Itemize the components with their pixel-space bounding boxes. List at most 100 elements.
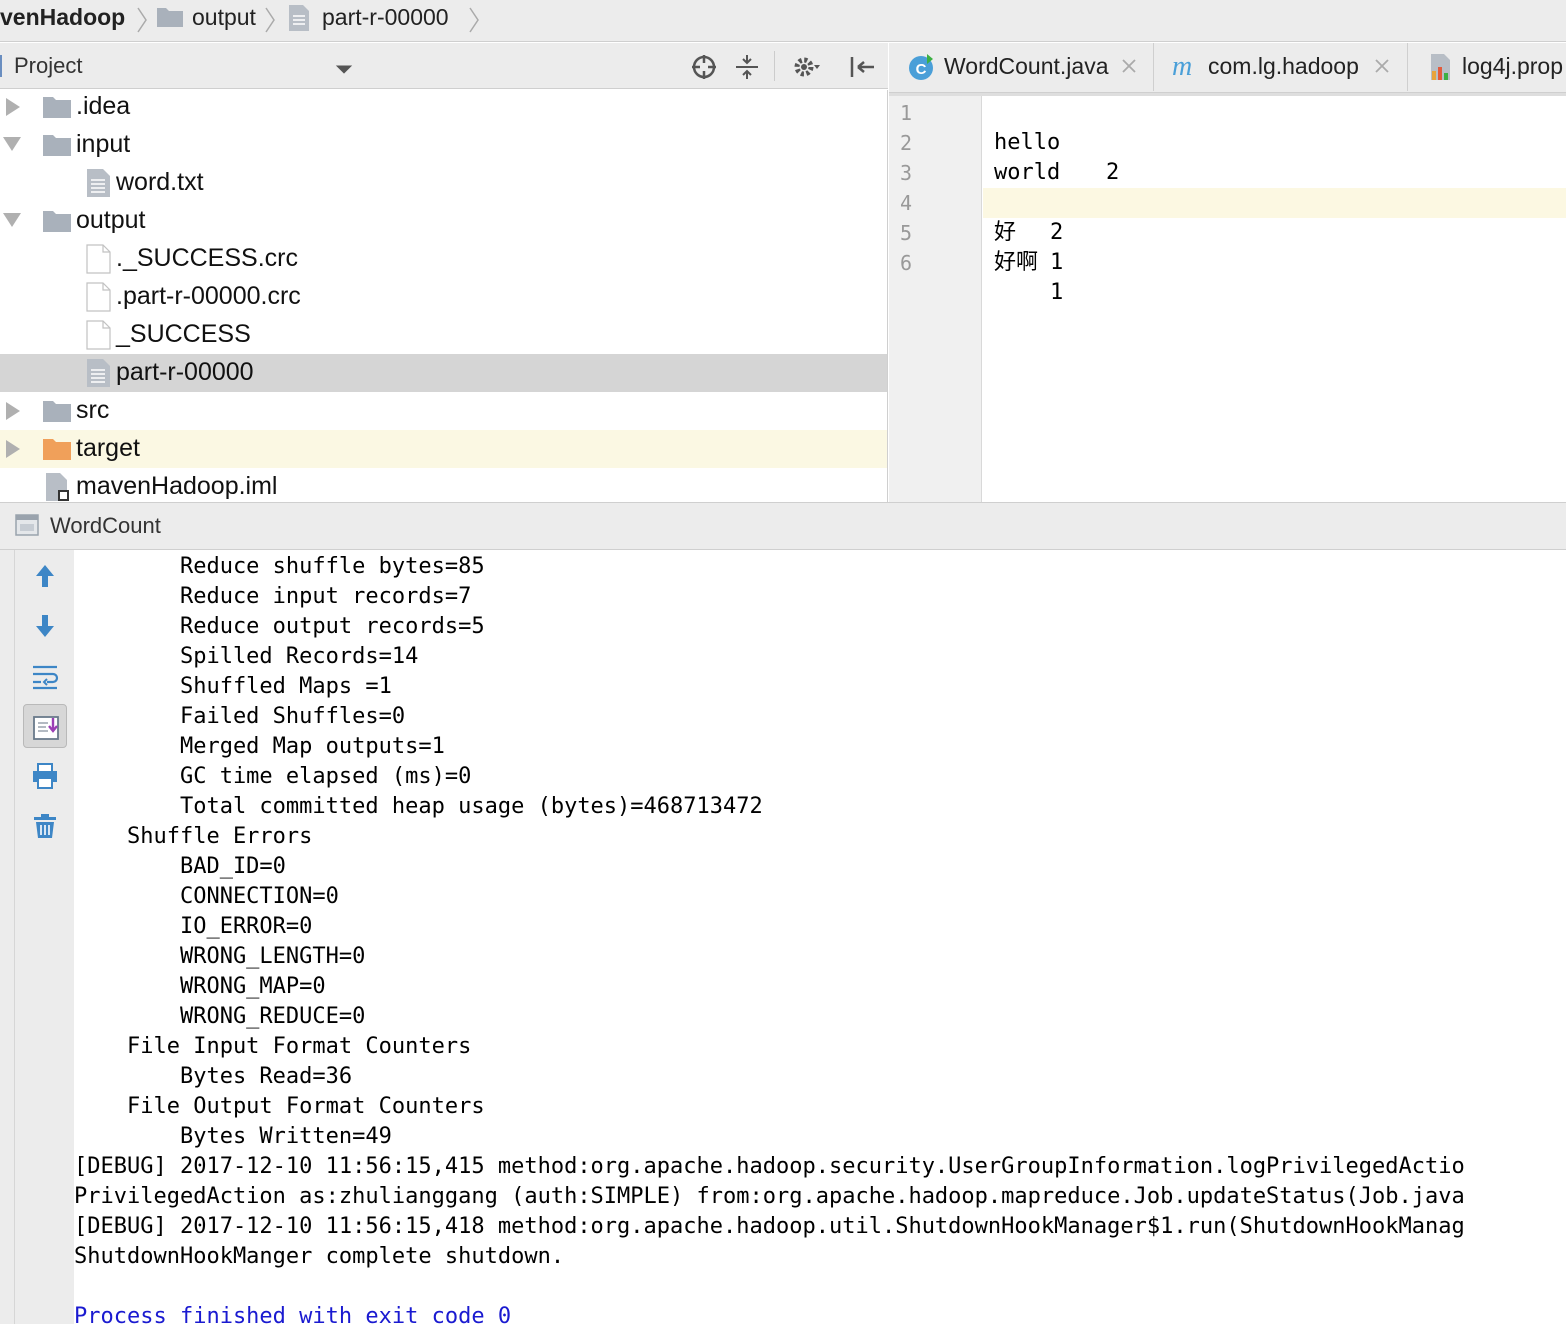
line-number: 3 (900, 161, 913, 185)
run-config-icon (14, 512, 42, 540)
folder-icon (42, 396, 72, 426)
run-panel-header: WordCount (0, 502, 1566, 550)
tree-item-label: ._SUCCESS.crc (116, 244, 298, 272)
tree-item-success[interactable]: _SUCCESS (0, 316, 887, 354)
tree-item-label: .idea (76, 92, 131, 120)
text-file-icon (84, 168, 114, 198)
console-line: BAD_ID=0 (74, 854, 286, 879)
module-file-icon (42, 472, 72, 502)
scroll-up-button[interactable] (23, 554, 67, 598)
expand-arrow-icon[interactable] (4, 401, 22, 421)
console-line: [DEBUG] 2017-12-10 11:56:15,415 method:o… (74, 1154, 1465, 1179)
view-dropdown-icon[interactable] (330, 55, 354, 79)
close-icon[interactable] (1121, 58, 1137, 74)
expand-arrow-icon[interactable] (4, 97, 22, 117)
clear-all-button[interactable] (23, 804, 67, 848)
console-line: WRONG_MAP=0 (74, 974, 326, 999)
console-line: Spilled Records=14 (74, 644, 419, 669)
hide-panel-icon[interactable] (848, 53, 876, 81)
console-line: Reduce input records=7 (74, 584, 472, 609)
line-number: 2 (900, 131, 913, 155)
project-panel-title[interactable]: Project (14, 43, 82, 89)
tree-item-word-txt[interactable]: word.txt (0, 164, 887, 202)
project-tree: .idea input word.txt output ._SUCCESS.cr… (0, 90, 888, 502)
line-number: 5 (900, 221, 913, 245)
console-line: Reduce shuffle bytes=85 (74, 554, 485, 579)
console-line: File Output Format Counters (74, 1094, 485, 1119)
tree-item-label: .part-r-00000.crc (116, 282, 301, 310)
scroll-to-end-icon (33, 716, 59, 740)
tree-item-src[interactable]: src (0, 392, 887, 430)
svg-text:m: m (1172, 53, 1192, 81)
breadcrumb-file[interactable]: part-r-00000 (322, 0, 449, 41)
tree-item-label: word.txt (116, 168, 204, 196)
tree-item-label: target (76, 434, 140, 462)
tree-item-label: part-r-00000 (116, 358, 254, 386)
tree-item-iml[interactable]: mavenHadoop.iml (0, 468, 887, 502)
soft-wrap-icon (33, 665, 59, 690)
tree-item-label: mavenHadoop.iml (76, 472, 278, 500)
soft-wrap-button[interactable] (23, 654, 67, 698)
file-icon (84, 282, 114, 312)
console-line: GC time elapsed (ms)=0 (74, 764, 472, 789)
tree-item-part-crc[interactable]: .part-r-00000.crc (0, 278, 887, 316)
tree-item-label: _SUCCESS (116, 320, 251, 348)
code-line: 你 2 (983, 158, 1566, 245)
output-count: 1 (1050, 280, 1064, 305)
trash-icon (34, 814, 56, 838)
breadcrumb-separator (264, 6, 276, 34)
console-line: WRONG_REDUCE=0 (74, 1004, 366, 1029)
tab-wordcount-java[interactable]: C WordCount.java (889, 43, 1154, 91)
expand-arrow-icon[interactable] (4, 439, 22, 459)
editor-text-area[interactable]: hello 2 world 1 你 2 好 1 好啊 1 (983, 96, 1566, 502)
down-arrow-icon (36, 615, 54, 637)
collapse-arrow-icon[interactable] (2, 211, 21, 231)
excluded-folder-icon (42, 434, 72, 464)
collapse-arrow-icon[interactable] (2, 135, 21, 155)
console-line: Failed Shuffles=0 (74, 704, 406, 729)
locate-icon[interactable] (690, 53, 718, 81)
file-icon (84, 244, 114, 274)
run-panel-title[interactable]: WordCount (50, 503, 161, 549)
tree-item-part-r-00000[interactable]: part-r-00000 (0, 354, 887, 392)
line-number: 1 (900, 101, 913, 125)
tree-item-idea[interactable]: .idea (0, 90, 887, 126)
print-button[interactable] (23, 754, 67, 798)
breadcrumb-project[interactable]: venHadoop (0, 0, 125, 41)
line-number: 4 (900, 191, 913, 215)
tab-log4j-prop[interactable]: log4j.prop (1408, 43, 1566, 91)
console-line: Merged Map outputs=1 (74, 734, 445, 759)
folder-icon (42, 92, 72, 122)
project-panel-header: Project (0, 43, 888, 89)
console-line: WRONG_LENGTH=0 (74, 944, 366, 969)
scroll-down-button[interactable] (23, 604, 67, 648)
tree-item-label: input (76, 130, 131, 158)
console-line: Bytes Read=36 (74, 1064, 353, 1089)
close-icon[interactable] (1374, 58, 1390, 74)
console-line: Reduce output records=5 (74, 614, 485, 639)
svg-text:C: C (916, 61, 927, 78)
tree-item-success-crc[interactable]: ._SUCCESS.crc (0, 240, 887, 278)
folder-icon (42, 206, 72, 236)
console-line: Shuffle Errors (74, 824, 313, 849)
tree-item-target[interactable]: target (0, 430, 887, 468)
print-icon (33, 763, 57, 789)
tab-com-lg-hadoop[interactable]: m com.lg.hadoop (1154, 43, 1408, 91)
console-output[interactable]: Reduce shuffle bytes=85 Reduce input rec… (74, 550, 1566, 1324)
tree-item-output[interactable]: output (0, 202, 887, 240)
tab-label: com.lg.hadoop (1208, 53, 1359, 79)
tree-item-input[interactable]: input (0, 126, 887, 164)
toolbar-divider (774, 51, 775, 81)
console-line: ShutdownHookManger complete shutdown. (74, 1244, 565, 1269)
scroll-to-end-button[interactable] (23, 704, 67, 748)
console-line: CONNECTION=0 (74, 884, 339, 909)
java-class-icon: C (907, 53, 935, 81)
text-file-icon (288, 4, 310, 32)
gear-icon[interactable] (792, 53, 820, 81)
collapse-all-icon[interactable] (733, 53, 761, 81)
project-panel-edge (0, 55, 4, 77)
console-line: Shuffled Maps =1 (74, 674, 392, 699)
maven-icon: m (1170, 51, 1202, 82)
breadcrumb-output[interactable]: output (192, 0, 256, 41)
